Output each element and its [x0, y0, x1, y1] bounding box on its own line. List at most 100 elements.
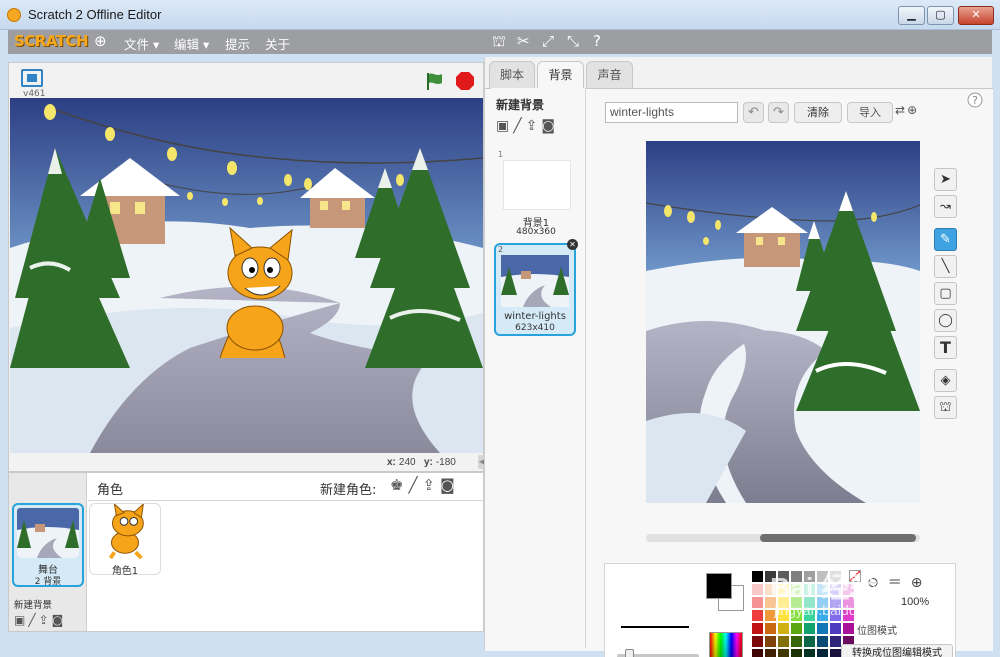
select-tool-icon[interactable]: ➤ — [934, 168, 957, 191]
sprite-camera-icon[interactable]: ◙ — [440, 476, 460, 494]
palette-swatch[interactable] — [764, 635, 777, 648]
palette-swatch[interactable] — [790, 648, 803, 657]
palette-swatch[interactable] — [751, 622, 764, 635]
delete-backdrop-icon[interactable]: ✕ — [567, 239, 578, 250]
convert-mode-button[interactable]: 转换成位图编辑模式 — [841, 644, 953, 657]
set-center-icon[interactable]: ⊕ — [907, 103, 919, 117]
list-backdrop-camera-icon[interactable]: ◙ — [541, 118, 559, 134]
scratch-logo[interactable]: SCRATCH — [14, 32, 89, 50]
tab-backdrops[interactable]: 背景 — [537, 61, 584, 90]
backdrop-item[interactable]: 1 背景1 480x360 — [496, 150, 576, 240]
close-button[interactable]: ✕ — [958, 6, 994, 25]
palette-swatch[interactable] — [777, 635, 790, 648]
costume-name-input[interactable]: winter-lights — [605, 102, 738, 123]
palette-swatch[interactable] — [777, 648, 790, 657]
cut-scissors-icon[interactable]: ✂ — [517, 33, 530, 49]
palette-swatch[interactable] — [751, 583, 764, 596]
fullscreen-icon[interactable] — [21, 69, 43, 87]
ellipse-tool-icon[interactable]: ◯ — [934, 309, 957, 332]
grow-icon[interactable]: ⤢ — [542, 33, 554, 49]
palette-swatch[interactable] — [764, 648, 777, 657]
coord-x-label: x: — [387, 457, 396, 468]
tab-scripts[interactable]: 脚本 — [489, 61, 535, 88]
fill-bucket-icon[interactable]: ◈ — [934, 369, 957, 392]
backdrop-paint-icon[interactable]: ╱ — [28, 613, 38, 627]
slider-knob[interactable] — [625, 649, 634, 657]
palette-swatch[interactable] — [751, 570, 764, 583]
reshape-tool-icon[interactable]: ↝ — [934, 195, 957, 218]
window-titlebar: Scratch 2 Offline Editor ▁ ▢ ✕ — [0, 0, 1000, 30]
sprite-paint-icon[interactable]: ╱ — [408, 476, 422, 494]
palette-swatch[interactable] — [803, 648, 816, 657]
sprite-card[interactable]: 角色1 — [89, 502, 161, 577]
stop-sign-icon[interactable] — [455, 71, 475, 91]
backdrop-camera-icon[interactable]: ◙ — [52, 613, 67, 627]
backdrop-index: 2 — [498, 245, 504, 254]
primary-color-swatch[interactable] — [706, 573, 732, 599]
import-button[interactable]: 导入 — [847, 102, 893, 123]
palette-swatch[interactable] — [803, 635, 816, 648]
watermark-logo: Bai 经验 — [770, 572, 878, 603]
zoom-in-icon[interactable]: ⊕ — [911, 575, 932, 591]
pencil-tool-icon[interactable]: ✎ — [934, 228, 957, 251]
editor-panel: 脚本 背景 声音 新建背景 ▣╱⇪◙ 1 背景1 480x360 2 ✕ win… — [484, 57, 993, 657]
menu-tips[interactable]: 提示 — [225, 34, 250, 53]
duplicate-stamp-icon[interactable]: ⛫ — [492, 33, 506, 49]
list-backdrop-paint-icon[interactable]: ╱ — [513, 118, 525, 134]
flip-tools: ⇄⊕ — [895, 103, 919, 117]
block-help-icon[interactable]: ? — [593, 33, 601, 49]
sprite-name: 角色1 — [111, 566, 139, 577]
zoom-reset-icon[interactable]: ＝ — [888, 575, 911, 591]
help-question-icon[interactable]: ? — [967, 92, 983, 108]
stage-panel: v461 x: 240 y: -180 — [8, 62, 484, 472]
sprite-upload-icon[interactable]: ⇪ — [422, 476, 440, 494]
rectangle-tool-icon[interactable]: ▢ — [934, 282, 957, 305]
redo-button[interactable]: ↷ — [768, 102, 789, 123]
tab-sounds[interactable]: 声音 — [586, 61, 633, 88]
coord-y-label: y: — [423, 457, 433, 468]
palette-swatch[interactable] — [777, 622, 790, 635]
palette-swatch[interactable] — [842, 622, 855, 635]
palette-swatch[interactable] — [829, 622, 842, 635]
stage-canvas[interactable] — [10, 98, 483, 453]
backdrop-list-tools: ▣╱⇪◙ — [496, 118, 559, 134]
palette-swatch[interactable] — [816, 648, 829, 657]
palette-swatch[interactable] — [790, 635, 803, 648]
palette-swatch[interactable] — [751, 609, 764, 622]
canvas-horizontal-scrollbar[interactable] — [646, 534, 920, 542]
new-sprite-tools: ♚╱⇪◙ — [390, 476, 460, 494]
palette-swatch[interactable] — [751, 596, 764, 609]
color-picker-gradient[interactable] — [709, 632, 743, 657]
palette-swatch[interactable] — [803, 622, 816, 635]
paint-canvas[interactable] — [646, 141, 920, 503]
text-tool-icon[interactable]: T — [934, 336, 957, 359]
clear-button[interactable]: 清除 — [794, 102, 842, 123]
maximize-button[interactable]: ▢ — [927, 6, 954, 25]
stage-thumbnail[interactable]: 舞台 2 背景 — [12, 503, 84, 587]
scrollbar-thumb[interactable] — [760, 534, 916, 542]
palette-swatch[interactable] — [790, 622, 803, 635]
palette-swatch[interactable] — [816, 622, 829, 635]
palette-swatch[interactable] — [764, 622, 777, 635]
flip-horizontal-icon[interactable]: ⇄ — [895, 103, 907, 117]
list-backdrop-library-icon[interactable]: ▣ — [496, 118, 513, 134]
green-flag-icon[interactable] — [425, 71, 445, 91]
palette-swatch[interactable] — [816, 635, 829, 648]
list-backdrop-upload-icon[interactable]: ⇪ — [526, 118, 542, 134]
minimize-button[interactable]: ▁ — [898, 6, 925, 25]
palette-swatch[interactable] — [751, 648, 764, 657]
language-globe-icon[interactable]: ⊕ — [94, 33, 107, 49]
sprite-library-icon[interactable]: ♚ — [390, 476, 408, 494]
backdrop-upload-icon[interactable]: ⇪ — [39, 613, 52, 627]
line-tool-icon[interactable]: ╲ — [934, 255, 957, 278]
stamp-tool-icon[interactable]: ⛫ — [934, 396, 957, 419]
backdrop-item-selected[interactable]: 2 ✕ winter-lights 623x410 — [494, 239, 578, 336]
new-backdrop-label: 新建背景 — [14, 600, 53, 611]
menu-edit[interactable]: 编辑 ▾ — [174, 34, 209, 53]
palette-swatch[interactable] — [751, 635, 764, 648]
shrink-icon[interactable]: ⤡ — [567, 33, 579, 49]
menu-file[interactable]: 文件 ▾ — [124, 34, 159, 53]
backdrop-library-icon[interactable]: ▣ — [14, 613, 28, 627]
undo-button[interactable]: ↶ — [743, 102, 764, 123]
menu-about[interactable]: 关于 — [265, 34, 290, 53]
